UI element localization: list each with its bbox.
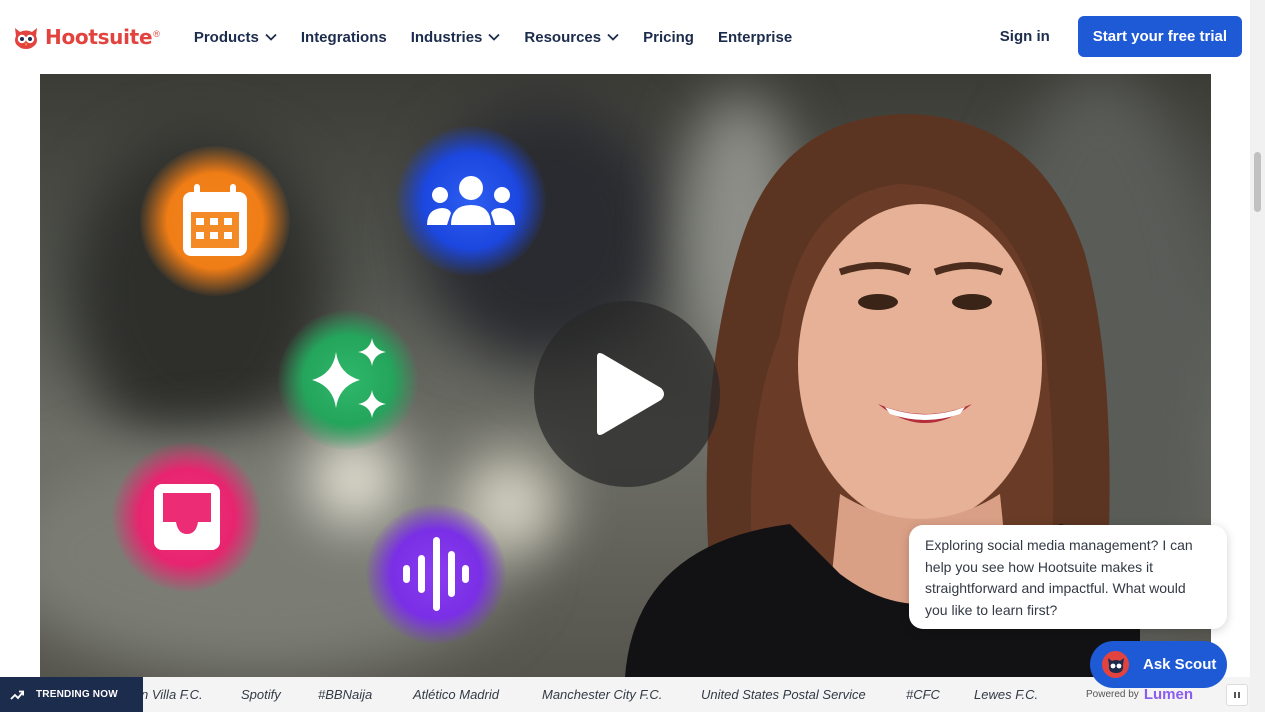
nav-item-label: Industries — [410, 28, 483, 46]
chevron-down-icon — [488, 33, 501, 41]
nav-item-label: Enterprise — [717, 28, 793, 46]
nav-item-label: Resources — [524, 28, 602, 46]
audio-wave-icon-badge — [366, 504, 506, 644]
page: Hootsuite ® Products Integrations Indust… — [0, 0, 1265, 712]
trending-now-text: TRENDING NOW — [36, 689, 118, 700]
trending-item[interactable]: Atlético Madrid — [413, 687, 499, 702]
logo-text: Hootsuite — [45, 25, 153, 49]
ask-scout-button[interactable]: Ask Scout — [1090, 641, 1227, 688]
nav-item-label: Integrations — [300, 28, 387, 46]
trending-item[interactable]: #CFC — [906, 687, 940, 702]
logo-registered-mark: ® — [153, 29, 160, 39]
start-free-trial-button[interactable]: Start your free trial — [1077, 16, 1242, 57]
calendar-icon — [183, 184, 247, 256]
sign-in-link[interactable]: Sign in — [1000, 28, 1050, 45]
trending-item[interactable]: United States Postal Service — [701, 687, 866, 702]
ask-scout-label: Ask Scout — [1143, 656, 1217, 673]
nav-item-enterprise[interactable]: Enterprise — [718, 29, 792, 46]
inbox-icon-badge — [112, 442, 262, 592]
trending-bar: TRENDING NOW n Villa F.C. Spotify #BBNai… — [0, 677, 1250, 712]
powered-by-lumen: Powered by Lumen — [1086, 686, 1193, 703]
nav-item-resources[interactable]: Resources — [524, 29, 619, 46]
pause-ticker-button[interactable] — [1226, 684, 1248, 706]
nav-item-label: Pricing — [643, 28, 694, 46]
scout-avatar-icon — [1102, 651, 1129, 678]
owl-icon — [1107, 657, 1124, 673]
chat-message-bubble: Exploring social media management? I can… — [909, 525, 1227, 629]
hootsuite-logo[interactable]: Hootsuite ® — [12, 24, 160, 50]
nav-item-label: Products — [193, 28, 259, 46]
scrollbar-thumb[interactable] — [1254, 152, 1261, 212]
powered-by-label: Powered by — [1086, 689, 1139, 700]
sparkles-icon — [312, 338, 386, 418]
trending-item[interactable]: #BBNaija — [318, 687, 372, 702]
team-icon-badge — [396, 126, 546, 276]
trending-item[interactable]: n Villa F.C. — [143, 687, 203, 702]
trending-item[interactable]: Lewes F.C. — [974, 687, 1038, 702]
pause-icon — [1234, 692, 1240, 698]
inbox-icon — [154, 484, 220, 550]
header-actions: Sign in Start your free trial — [1000, 16, 1242, 57]
main-nav: Products Integrations Industries Resourc… — [194, 29, 816, 46]
trending-item[interactable]: Manchester City F.C. — [542, 687, 662, 702]
top-navigation: Hootsuite ® Products Integrations Indust… — [0, 0, 1250, 74]
lumen-logo-text: Lumen — [1143, 686, 1193, 703]
owl-logo-icon — [15, 28, 37, 49]
sparkles-icon-badge — [278, 310, 418, 450]
trending-up-icon — [10, 690, 24, 700]
nav-item-integrations[interactable]: Integrations — [301, 29, 387, 46]
nav-item-industries[interactable]: Industries — [411, 29, 501, 46]
play-video-button[interactable] — [534, 301, 720, 487]
chevron-down-icon — [265, 33, 277, 41]
trending-now-label: TRENDING NOW — [0, 677, 143, 712]
play-icon — [597, 353, 664, 435]
trending-list: n Villa F.C. Spotify #BBNaija Atlético M… — [143, 677, 1250, 712]
team-icon — [427, 176, 515, 225]
trending-item[interactable]: Spotify — [241, 687, 281, 702]
audio-wave-icon — [403, 537, 469, 611]
calendar-icon-badge — [140, 146, 290, 296]
chevron-down-icon — [607, 33, 619, 41]
nav-item-products[interactable]: Products — [194, 29, 277, 46]
page-scrollbar[interactable] — [1250, 0, 1265, 712]
nav-item-pricing[interactable]: Pricing — [643, 29, 694, 46]
